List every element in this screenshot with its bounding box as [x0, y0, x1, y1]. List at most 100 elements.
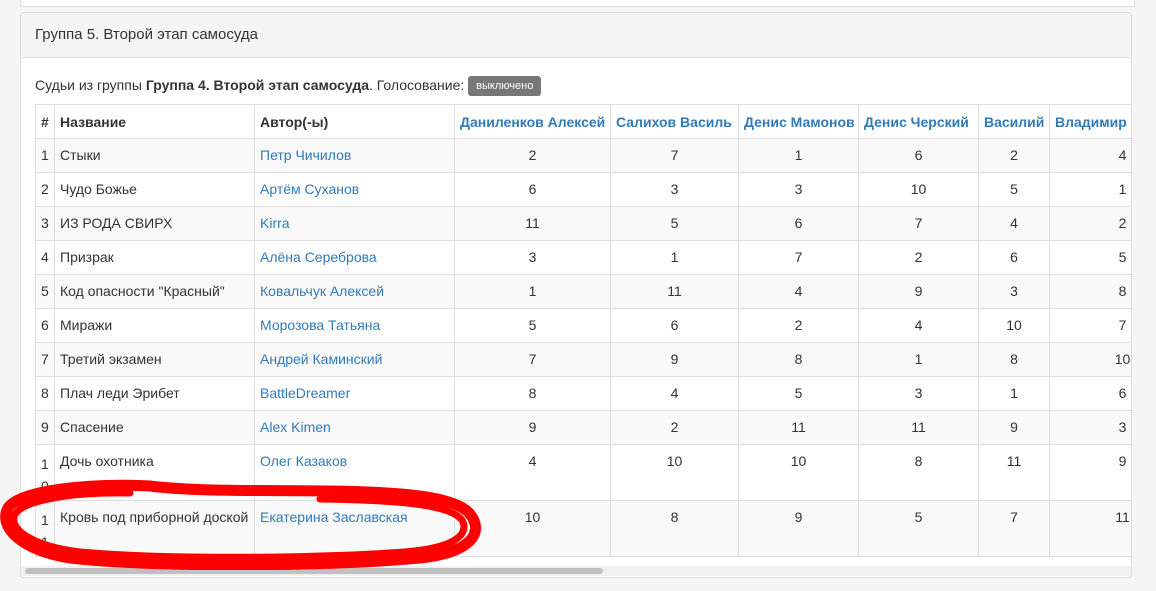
story-title: Третий экзамен: [54, 342, 255, 377]
story-title: Кровь под приборной доской: [54, 500, 255, 557]
score-cell: 2: [858, 240, 979, 275]
score-cell: 6: [738, 206, 859, 241]
score-cell: 9: [978, 410, 1050, 445]
story-title: Код опасности "Красный": [54, 274, 255, 309]
story-title: Стыки: [54, 138, 255, 173]
score-cell: 2: [1049, 206, 1131, 241]
score-cell: 3: [978, 274, 1050, 309]
col-author-header: Автор(-ы): [254, 104, 455, 139]
score-cell: 10: [738, 444, 859, 501]
score-cell: 6: [978, 240, 1050, 275]
info-prefix: Судьи из группы: [35, 77, 142, 93]
results-table-scroll[interactable]: # Название Автор(-ы) Даниленков Алексей …: [35, 104, 1131, 566]
score-cell: 7: [858, 206, 979, 241]
score-cell: 7: [738, 240, 859, 275]
voting-label: . Голосование:: [369, 77, 465, 93]
score-cell: 10: [454, 500, 611, 557]
table-row: 6 Миражи Морозова Татьяна 5 6 2 4 10 7: [35, 308, 1131, 343]
judge-header[interactable]: Денис Черский: [858, 104, 979, 139]
story-title: Чудо Божье: [54, 172, 255, 207]
row-number: 7: [35, 342, 55, 377]
score-cell: 2: [610, 410, 739, 445]
story-title: Призрак: [54, 240, 255, 275]
score-cell: 7: [1049, 308, 1131, 343]
table-row: 10 Дочь охотника Олег Казаков 4 10 10 8 11 9: [35, 444, 1131, 501]
score-cell: 9: [610, 342, 739, 377]
judge-header[interactable]: Владимир С: [1049, 104, 1131, 139]
score-cell: 3: [738, 172, 859, 207]
table-row: 9 Спасение Alex Kimen 9 2 11 11 9 3: [35, 410, 1131, 445]
score-cell: 10: [610, 444, 739, 501]
horizontal-scrollbar[interactable]: [21, 566, 1131, 576]
score-cell: 10: [978, 308, 1050, 343]
score-cell: 4: [1049, 138, 1131, 173]
score-cell: 4: [454, 444, 611, 501]
story-title: Миражи: [54, 308, 255, 343]
score-cell: 11: [978, 444, 1050, 501]
score-cell: 9: [454, 410, 611, 445]
score-cell: 8: [978, 342, 1050, 377]
score-cell: 6: [1049, 376, 1131, 411]
author-link[interactable]: BattleDreamer: [254, 376, 455, 411]
judge-header[interactable]: Салихов Василь: [610, 104, 739, 139]
score-cell: 11: [1049, 500, 1131, 557]
score-cell: 1: [978, 376, 1050, 411]
score-cell: 5: [1049, 240, 1131, 275]
table-row: 3 ИЗ РОДА СВИРХ Kirra 11 5 6 7 4 2: [35, 206, 1131, 241]
score-cell: 1: [454, 274, 611, 309]
row-number: 6: [35, 308, 55, 343]
score-cell: 11: [738, 410, 859, 445]
score-cell: 7: [978, 500, 1050, 557]
score-cell: 11: [610, 274, 739, 309]
author-link[interactable]: Морозова Татьяна: [254, 308, 455, 343]
score-cell: 8: [610, 500, 739, 557]
voting-status-badge: выключено: [468, 76, 542, 96]
score-cell: 5: [738, 376, 859, 411]
info-group-name: Группа 4. Второй этап самосуда: [145, 77, 369, 93]
score-cell: 8: [1049, 274, 1131, 309]
author-link[interactable]: Alex Kimen: [254, 410, 455, 445]
author-link[interactable]: Екатерина Заславская: [254, 500, 455, 557]
story-title: Дочь охотника: [54, 444, 255, 501]
results-table-body: 1 Стыки Петр Чичилов 2 7 1 6 2 4 2 Чудо Божье Артём…: [35, 138, 1131, 557]
row-number: 11: [35, 500, 55, 557]
score-cell: 4: [738, 274, 859, 309]
score-cell: 5: [978, 172, 1050, 207]
results-table: # Название Автор(-ы) Даниленков Алексей …: [35, 104, 1131, 557]
judge-header[interactable]: Денис Мамонов: [738, 104, 859, 139]
panel-body: Судьи из группы Группа 4. Второй этап са…: [21, 58, 1131, 566]
row-number: 3: [35, 206, 55, 241]
col-title-header: Название: [54, 104, 255, 139]
author-link[interactable]: Петр Чичилов: [254, 138, 455, 173]
score-cell: 8: [454, 376, 611, 411]
score-cell: 6: [454, 172, 611, 207]
score-cell: 3: [454, 240, 611, 275]
score-cell: 10: [858, 172, 979, 207]
score-cell: 1: [858, 342, 979, 377]
table-row: 5 Код опасности "Красный" Ковальчук Алексе…: [35, 274, 1131, 309]
score-cell: 5: [610, 206, 739, 241]
author-link[interactable]: Kirra: [254, 206, 455, 241]
score-cell: 3: [1049, 410, 1131, 445]
author-link[interactable]: Ковальчук Алексей: [254, 274, 455, 309]
score-cell: 7: [454, 342, 611, 377]
score-cell: 11: [858, 410, 979, 445]
score-cell: 3: [610, 172, 739, 207]
table-row: 1 Стыки Петр Чичилов 2 7 1 6 2 4: [35, 138, 1131, 173]
scrollbar-thumb[interactable]: [25, 568, 603, 574]
story-title: Плач леди Эрибет: [54, 376, 255, 411]
score-cell: 7: [610, 138, 739, 173]
score-cell: 4: [610, 376, 739, 411]
judge-header[interactable]: Василий: [978, 104, 1050, 139]
author-link[interactable]: Алёна Сереброва: [254, 240, 455, 275]
row-number: 2: [35, 172, 55, 207]
judge-header[interactable]: Даниленков Алексей: [454, 104, 611, 139]
score-cell: 2: [738, 308, 859, 343]
author-link[interactable]: Андрей Каминский: [254, 342, 455, 377]
author-link[interactable]: Олег Казаков: [254, 444, 455, 501]
row-number: 4: [35, 240, 55, 275]
table-row: 7 Третий экзамен Андрей Каминский 7 9 8 1 8 10: [35, 342, 1131, 377]
table-row: 4 Призрак Алёна Сереброва 3 1 7 2 6 5: [35, 240, 1131, 275]
author-link[interactable]: Артём Суханов: [254, 172, 455, 207]
table-row: 11 Кровь под приборной доской Екатерина За…: [35, 500, 1131, 557]
